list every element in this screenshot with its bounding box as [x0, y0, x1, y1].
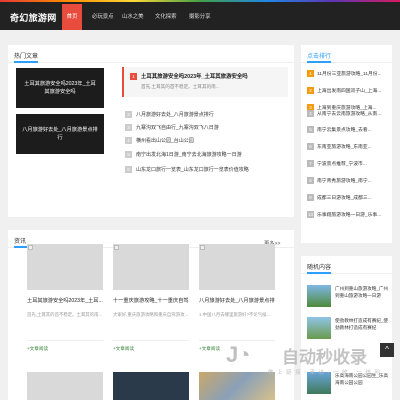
news-card-2-image[interactable]	[113, 244, 189, 290]
hot-item-text: 11月份三亚旅游攻略_11月份...	[317, 72, 382, 77]
rank-badge: 6	[125, 166, 132, 174]
news-title: 资讯	[14, 239, 27, 245]
watermark-brand: 自动秒收录	[282, 348, 367, 367]
hot-item-text: 成都三日游攻略_成都三...	[317, 196, 372, 201]
hot-item-text: 宁波景点推荐_宁波市...	[317, 162, 367, 167]
broken-image-icon	[114, 245, 119, 250]
hot-item[interactable]: 10 乐事翔旅游攻略一日游_乐事...	[307, 211, 389, 223]
featured-desc: 首先,土耳其的首不稳定。土耳其的南...	[141, 84, 220, 89]
list-item[interactable]: 5 南宁出发北海1日游_南宁去北海旅游攻略一日游	[125, 151, 285, 163]
hot-item-text: 从南宁去云南旅游攻略_从南...	[317, 112, 382, 117]
hot-item-text: 东南亚旅游攻略_东南亚...	[317, 145, 372, 150]
popular-card-1-title: 土耳其旅游安全吗2023年_土耳其旅游安全吗	[24, 80, 96, 95]
list-item[interactable]: 6 山东龙口旅行一览表_山东龙口旅行一览表价值攻略	[125, 166, 285, 178]
list-item-text: 南宁出发北海1日游_南宁去北海旅游攻略一日游	[136, 152, 242, 158]
rank-badge: 4	[125, 137, 132, 145]
nav-item-landscape[interactable]: 山水之美	[122, 12, 144, 20]
hot-item[interactable]: 1 11月份三亚旅游攻略_11月份...	[307, 70, 389, 82]
hot-item[interactable]: 9 成都三日游攻略_成都三...	[307, 194, 389, 206]
news-card-5-image[interactable]	[113, 372, 189, 400]
watermark-logo-icon: J◔	[226, 342, 251, 367]
divider	[113, 340, 189, 341]
read-more-link[interactable]: +文章阅读	[27, 346, 48, 352]
nav-item-must-see[interactable]: 必玩景点	[92, 12, 114, 20]
rank-badge: 2	[125, 111, 132, 119]
rank-badge: 9	[307, 194, 314, 202]
random-item[interactable]: 广州到重山旅游攻略_广州到重山旅游攻略一日游	[307, 285, 391, 311]
hot-item-text: 上海出发南四国双子山_上海...	[317, 89, 382, 94]
hot-item[interactable]: 7 宁波景点推荐_宁波市...	[307, 160, 389, 172]
read-more-link[interactable]: +文章阅读	[113, 346, 134, 352]
random-title: 随机内容	[307, 265, 332, 271]
scroll-to-top-button[interactable]: ^	[380, 343, 394, 357]
list-item[interactable]: 4 横州看出山公园_台山公园	[125, 137, 285, 149]
rank-badge: 6	[307, 143, 314, 151]
hot-ranking-header: 点击排行	[301, 45, 392, 63]
news-card-2-desc: 大家好,重庆旅游攻略和重庆自驾游攻...	[113, 312, 189, 317]
news-card-2-title[interactable]: 十一重庆旅游攻略_十一重庆自驾...	[113, 297, 189, 304]
list-item-text: 九寨沟双飞自由行_九寨沟双飞八日游	[136, 125, 219, 131]
rank-badge: 2	[307, 87, 314, 95]
popular-title: 热门文章	[14, 54, 39, 60]
list-item-text: 横州看出山公园_台山公园	[136, 138, 194, 144]
top-nav-bar: 奇幻旅游网 首页 必玩景点 山水之美 文化探索 摄影分享	[0, 2, 400, 30]
hot-item[interactable]: 8 南宁青秀旅游攻略_南宁...	[307, 177, 389, 189]
random-thumb	[307, 317, 331, 339]
news-card-1-desc: 首先,土耳其的首不稳定。土耳其的南...	[27, 312, 103, 317]
news-card-4-image[interactable]	[27, 372, 103, 400]
broken-image-icon	[28, 245, 33, 250]
random-item-text: 使劲教林打造成有赛纪_使劲教林打造成有赛纪	[335, 318, 389, 330]
nav-item-culture[interactable]: 文化探索	[155, 12, 177, 20]
rank-badge: 8	[307, 177, 314, 185]
news-card-3-desc: 1.中国八月去哪里旅游好?不论气候...	[199, 312, 271, 317]
header-accent-line	[14, 61, 38, 63]
rank-badge: 1	[307, 70, 314, 78]
site-logo[interactable]: 奇幻旅游网	[10, 11, 57, 24]
header-accent-line	[307, 61, 331, 63]
list-item[interactable]: 2 八月旅游好去处_八月旅游景点排行	[125, 111, 285, 123]
list-item-text: 八月旅游好去处_八月旅游景点排行	[136, 112, 214, 118]
featured-title-text: 土耳其旅游安全吗2023年_土耳其旅游安全吗	[141, 74, 248, 80]
read-more-link[interactable]: +文章阅读	[199, 346, 220, 352]
news-card-3-image[interactable]	[199, 244, 275, 290]
list-item[interactable]: 3 九寨沟双飞自由行_九寨沟双飞八日游	[125, 124, 285, 136]
hot-item-text: 南宁云集景点攻略_去看...	[317, 128, 372, 133]
hot-item[interactable]: 2 上海出发南四国双子山_上海...	[307, 87, 389, 99]
featured-article[interactable]: 1 土耳其旅游安全吗2023年_土耳其旅游安全吗 首先,土耳其的首不稳定。土耳其的…	[122, 67, 288, 97]
hot-item[interactable]: 5 南宁云集景点攻略_去看...	[307, 126, 389, 138]
header-accent-line	[307, 272, 331, 274]
news-card-1-image[interactable]	[27, 244, 103, 290]
hot-item[interactable]: 4 从南宁去云南旅游攻略_从南...	[307, 110, 389, 122]
list-item-text: 山东龙口旅行一览表_山东龙口旅行一览表价值攻略	[136, 167, 249, 173]
broken-image-icon	[200, 245, 205, 250]
popular-card-2-title: 八月旅游好去处_八月旅游景点排行	[22, 126, 98, 141]
popular-card-1[interactable]: 土耳其旅游安全吗2023年_土耳其旅游安全吗	[16, 68, 104, 108]
rank-badge: 5	[125, 151, 132, 159]
rank-badge: 4	[307, 110, 314, 118]
hot-ranking-title: 点击排行	[307, 54, 332, 60]
news-card-3-title[interactable]: 八月旅游好去处_八月旅游景点排...	[199, 297, 275, 304]
watermark: J◔ 自动秒收录 做 上 链 接 · 来 访 · 一 统 · 一 统 网	[226, 340, 386, 388]
news-card-1-title[interactable]: 土耳其旅游安全吗2023年_土耳...	[27, 297, 103, 304]
hot-item-text: 南宁青秀旅游攻略_南宁...	[317, 179, 372, 184]
random-item-text: 广州到重山旅游攻略_广州到重山旅游攻略一日游	[335, 286, 389, 298]
rank-badge: 7	[307, 160, 314, 168]
nav-item-photography[interactable]: 摄影分享	[189, 12, 211, 20]
hot-item[interactable]: 6 东南亚旅游攻略_东南亚...	[307, 143, 389, 155]
hot-item-text: 乐事翔旅游攻略一日游_乐事...	[317, 213, 382, 218]
rank-badge: 3	[125, 124, 132, 132]
rank-badge: 5	[307, 126, 314, 134]
divider	[27, 340, 103, 341]
popular-card-2[interactable]: 八月旅游好去处_八月旅游景点排行	[16, 114, 104, 154]
nav-item-home[interactable]: 首页	[62, 4, 82, 30]
random-thumb	[307, 285, 331, 307]
watermark-subtitle: 做 上 链 接 · 来 访 · 一 统 · 一 统 网	[268, 370, 381, 376]
random-header: 随机内容	[301, 256, 392, 274]
popular-panel-header: 热门文章	[8, 45, 294, 63]
rank-badge: 1	[130, 73, 137, 81]
featured-title: 1 土耳其旅游安全吗2023年_土耳其旅游安全吗	[130, 72, 248, 81]
rank-badge: 10	[307, 211, 314, 219]
